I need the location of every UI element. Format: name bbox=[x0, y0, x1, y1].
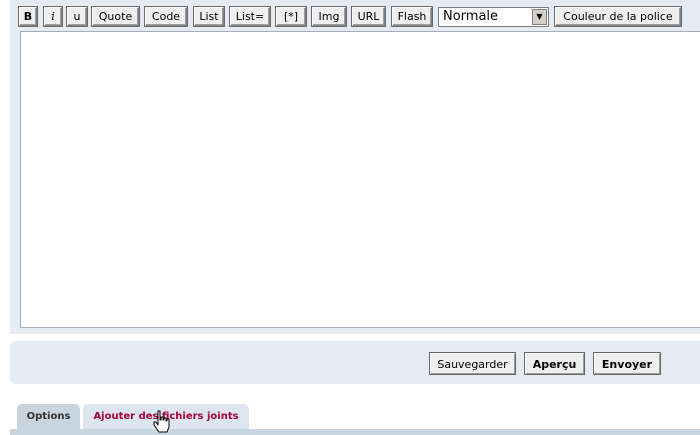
tabs-underline-bar bbox=[10, 429, 700, 435]
save-button[interactable]: Sauvegarder bbox=[429, 352, 516, 375]
font-color-button[interactable]: Couleur de la police bbox=[555, 7, 681, 26]
preview-button[interactable]: Aperçu bbox=[524, 352, 585, 375]
tab-options[interactable]: Options bbox=[17, 404, 80, 429]
message-textarea[interactable] bbox=[20, 31, 700, 328]
font-size-select[interactable]: Normale ▼ bbox=[438, 7, 549, 27]
chevron-down-icon[interactable]: ▼ bbox=[532, 9, 547, 25]
flash-button[interactable]: Flash bbox=[392, 7, 432, 26]
hand-pointer-icon bbox=[153, 410, 170, 433]
list-item-button[interactable]: [*] bbox=[276, 7, 306, 26]
bold-button[interactable]: B bbox=[19, 7, 37, 26]
url-button[interactable]: URL bbox=[352, 7, 385, 26]
image-button[interactable]: Img bbox=[312, 7, 346, 26]
send-button[interactable]: Envoyer bbox=[593, 352, 661, 375]
ordered-list-button[interactable]: List= bbox=[230, 7, 270, 26]
font-size-value: Normale bbox=[443, 9, 499, 24]
code-button[interactable]: Code bbox=[145, 7, 187, 26]
list-button[interactable]: List bbox=[194, 7, 224, 26]
quote-button[interactable]: Quote bbox=[92, 7, 139, 26]
underline-button[interactable]: u bbox=[67, 7, 87, 26]
italic-button[interactable]: i bbox=[44, 7, 62, 26]
